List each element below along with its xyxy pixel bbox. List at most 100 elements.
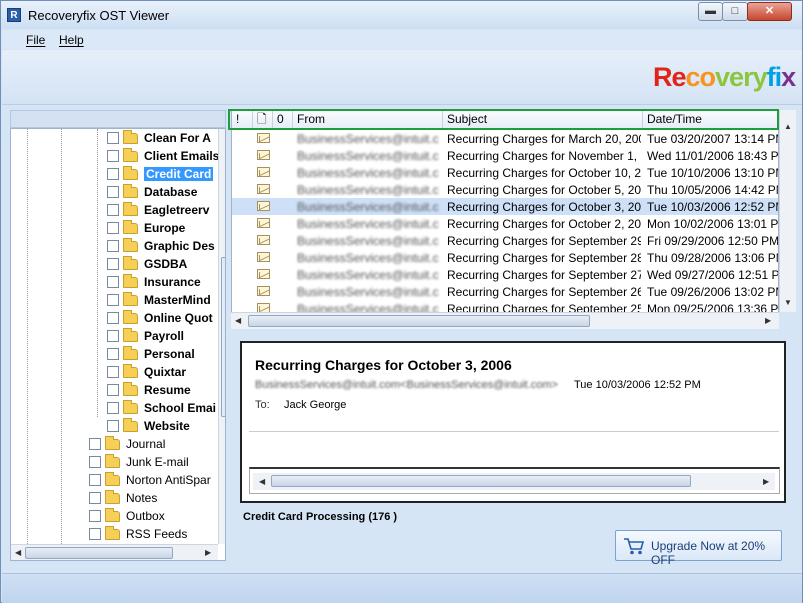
tree-item[interactable]: Resume <box>107 381 191 399</box>
preview-subject: Recurring Charges for October 3, 2006 <box>255 357 512 373</box>
tree-item[interactable]: Quixtar <box>107 363 186 381</box>
tree-vertical-scrollbar[interactable] <box>218 129 225 544</box>
preview-date: Tue 10/03/2006 12:52 PM <box>574 379 701 391</box>
message-row[interactable]: BusinessServices@intuit.co... Recurring C… <box>232 164 778 181</box>
minimize-button[interactable]: ▬ <box>698 2 723 21</box>
folder-icon <box>123 291 138 306</box>
tree-item[interactable]: Payroll <box>107 327 184 345</box>
message-subject: Recurring Charges for October 2, 2006 <box>447 217 641 231</box>
tree-item[interactable]: Norton AntiSpar <box>89 471 211 489</box>
tree-item[interactable]: Journal <box>89 435 165 453</box>
tree-item-checkbox[interactable] <box>107 402 119 414</box>
folder-icon <box>105 507 120 522</box>
envelope-icon <box>257 184 270 194</box>
maximize-button[interactable]: □ <box>722 2 748 21</box>
message-date: Tue 09/26/2006 13:02 PM <box>647 285 779 299</box>
tree-horizontal-thumb[interactable] <box>25 547 173 559</box>
tree-item[interactable]: Graphic Des <box>107 237 215 255</box>
from-column-header[interactable]: From <box>293 111 443 129</box>
upgrade-button[interactable]: Upgrade Now at 20% OFF <box>615 530 782 567</box>
message-subject: Recurring Charges for November 1, 20... <box>447 149 641 163</box>
message-list: ! 🗋 0 From Subject Date/Time BusinessSer… <box>231 110 779 329</box>
message-subject: Recurring Charges for September 26, 2... <box>447 285 641 299</box>
tree-item-checkbox[interactable] <box>107 312 119 324</box>
message-row[interactable]: BusinessServices@intuit.co... Recurring C… <box>232 198 778 215</box>
upgrade-label: Upgrade Now at 20% OFF <box>651 539 766 567</box>
importance-column-header[interactable]: ! <box>232 111 253 129</box>
tree-item[interactable]: Website <box>107 417 190 435</box>
tree-item[interactable]: Outbox <box>89 507 165 525</box>
preview-horizontal-scrollbar[interactable]: ◀ ▶ <box>253 473 775 490</box>
app-icon: R <box>7 8 21 22</box>
date-column-header[interactable]: Date/Time <box>643 111 778 129</box>
preview-scroll-thumb[interactable] <box>271 475 691 487</box>
tree-item[interactable]: Clean For A <box>107 129 211 147</box>
folder-icon <box>123 309 138 324</box>
close-button[interactable]: ✕ <box>747 2 792 21</box>
tree-item[interactable]: Eagletreerv <box>107 201 209 219</box>
tree-item[interactable]: Client Emails <box>107 147 219 165</box>
folder-icon <box>105 435 120 450</box>
message-subject: Recurring Charges for October 3, 2006 <box>447 200 641 214</box>
tree-item-checkbox[interactable] <box>107 384 119 396</box>
tree-item[interactable]: Personal <box>107 345 195 363</box>
list-horizontal-scrollbar[interactable]: ◀ ▶ <box>231 312 779 329</box>
recoveryfix-logo: Recoveryfix <box>653 62 796 92</box>
message-row[interactable]: BusinessServices@intuit.co... Recurring C… <box>232 215 778 232</box>
tree-item-checkbox[interactable] <box>107 366 119 378</box>
tree-item-checkbox[interactable] <box>107 348 119 360</box>
message-row[interactable]: BusinessServices@intuit.co... Recurring C… <box>232 181 778 198</box>
tree-item-checkbox[interactable] <box>107 132 119 144</box>
tree-item[interactable]: Database <box>107 183 197 201</box>
tree-item-checkbox[interactable] <box>107 294 119 306</box>
tree-vertical-thumb[interactable] <box>221 257 225 417</box>
tree-item-checkbox[interactable] <box>107 222 119 234</box>
tree-item-checkbox[interactable] <box>89 510 101 522</box>
tree-item[interactable]: Europe <box>107 219 185 237</box>
tree-item-checkbox[interactable] <box>107 186 119 198</box>
menu-help[interactable]: Help <box>59 33 84 47</box>
tree-item-label: Client Emails <box>144 149 220 163</box>
tree-item-checkbox[interactable] <box>107 150 119 162</box>
message-row[interactable]: BusinessServices@intuit.co... Recurring C… <box>232 283 779 300</box>
message-row[interactable]: BusinessServices@intuit.co... Recurring C… <box>232 147 778 164</box>
tree-item-checkbox[interactable] <box>89 492 101 504</box>
tree-item[interactable]: Junk E-mail <box>89 453 189 471</box>
tree-item-checkbox[interactable] <box>89 528 101 540</box>
message-row[interactable]: BusinessServices@intuit.co... Recurring C… <box>232 266 778 283</box>
tree-item[interactable]: Notes <box>89 489 157 507</box>
tree-item-label: Insurance <box>144 275 201 289</box>
tree-horizontal-scrollbar[interactable]: ◀ ▶ <box>11 544 218 560</box>
tree-item-checkbox[interactable] <box>89 438 101 450</box>
message-row[interactable]: BusinessServices@intuit.co... Recurring C… <box>232 249 779 266</box>
tree-item[interactable]: MasterMind <box>107 291 211 309</box>
list-horizontal-thumb[interactable] <box>248 315 590 327</box>
subject-column-header[interactable]: Subject <box>443 111 643 129</box>
attachment-column-header[interactable]: 0 <box>273 111 293 129</box>
menu-file[interactable]: File <box>26 33 45 47</box>
type-column-header[interactable]: 🗋 <box>253 111 273 129</box>
tree-item[interactable]: RSS Feeds <box>89 525 187 543</box>
tree-item-checkbox[interactable] <box>107 276 119 288</box>
message-from: BusinessServices@intuit.co... <box>297 200 439 214</box>
tree-item[interactable]: School Emai <box>107 399 216 417</box>
message-date: Thu 09/28/2006 13:06 PM <box>647 251 779 265</box>
tree-item-checkbox[interactable] <box>107 168 119 180</box>
title-bar[interactable]: R Recoveryfix OST Viewer ▬ □ ✕ <box>1 1 802 29</box>
tree-item-checkbox[interactable] <box>107 420 119 432</box>
tree-item[interactable]: GSDBA <box>107 255 187 273</box>
tree-item[interactable]: Insurance <box>107 273 201 291</box>
message-row[interactable]: BusinessServices@intuit.co... Recurring C… <box>232 130 778 147</box>
tree-item-checkbox[interactable] <box>107 240 119 252</box>
tree-item-label: Credit Card <box>144 167 214 181</box>
tree-item[interactable]: Online Quot <box>107 309 213 327</box>
tree-item-label: RSS Feeds <box>126 527 188 541</box>
tree-item-checkbox[interactable] <box>89 474 101 486</box>
tree-item-checkbox[interactable] <box>89 456 101 468</box>
tree-item-checkbox[interactable] <box>107 204 119 216</box>
message-row[interactable]: BusinessServices@intuit.co... Recurring C… <box>232 232 778 249</box>
tree-item-checkbox[interactable] <box>107 258 119 270</box>
tree-item-checkbox[interactable] <box>107 330 119 342</box>
tree-item[interactable]: Credit Card <box>107 165 214 183</box>
list-vertical-scrollbar[interactable]: ▲ ▼ <box>779 110 796 312</box>
